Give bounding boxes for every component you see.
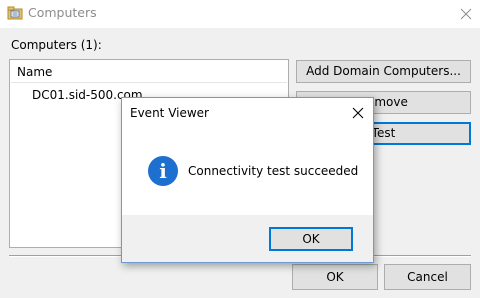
- event-viewer-dialog: Event Viewer i Connectivity test succeed…: [121, 97, 374, 263]
- information-icon: i: [148, 156, 178, 186]
- column-header-label: Name: [17, 65, 53, 79]
- computers-folder-icon: [7, 5, 23, 21]
- ok-button[interactable]: OK: [292, 264, 378, 290]
- computers-count-label: Computers (1):: [11, 38, 102, 52]
- add-domain-computers-button[interactable]: Add Domain Computers...: [296, 60, 471, 83]
- window-title: Computers: [28, 5, 97, 20]
- cancel-button[interactable]: Cancel: [384, 264, 471, 290]
- dialog-message: Connectivity test succeeded: [188, 164, 359, 178]
- title-bar: Computers: [0, 0, 480, 28]
- dialog-close-icon[interactable]: [349, 104, 367, 122]
- close-icon[interactable]: [456, 4, 476, 24]
- column-header-name[interactable]: Name: [11, 61, 287, 83]
- dialog-ok-button[interactable]: OK: [269, 227, 353, 251]
- dialog-footer: OK: [122, 215, 373, 262]
- dialog-title: Event Viewer: [130, 106, 209, 120]
